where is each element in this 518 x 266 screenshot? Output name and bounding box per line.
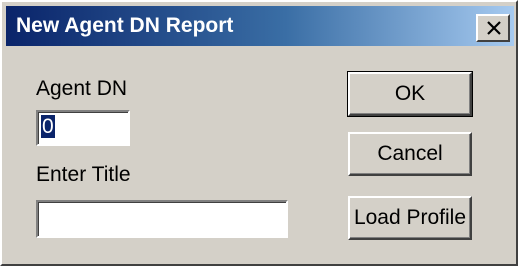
agent-dn-label: Agent DN <box>36 77 128 100</box>
agent-dn-value: 0 <box>41 115 55 138</box>
cancel-button[interactable]: Cancel <box>348 132 472 176</box>
window-title: New Agent DN Report <box>16 14 234 37</box>
agent-dn-input[interactable]: 0 <box>36 110 130 146</box>
ok-button[interactable]: OK <box>347 71 473 117</box>
close-icon <box>487 21 501 35</box>
title-input[interactable] <box>36 200 288 238</box>
title-bar[interactable]: New Agent DN Report <box>6 6 514 46</box>
enter-title-label: Enter Title <box>36 163 131 186</box>
new-agent-dn-report-dialog: New Agent DN Report Agent DN 0 Enter Tit… <box>0 0 518 266</box>
load-profile-button[interactable]: Load Profile <box>348 196 472 240</box>
close-button[interactable] <box>476 14 510 42</box>
